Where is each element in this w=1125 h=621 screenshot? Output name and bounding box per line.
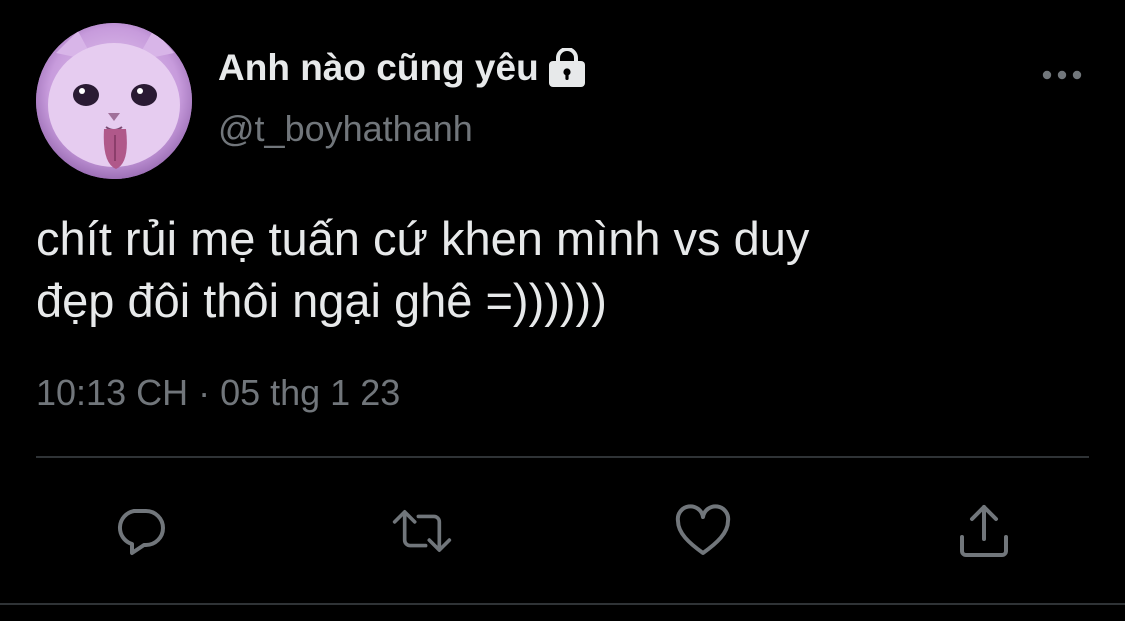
tweet-detail: Anh nào cũng yêu @t_boyhathanh chít rủi … xyxy=(0,0,1125,621)
more-horizontal-icon[interactable] xyxy=(1038,60,1086,90)
lock-icon xyxy=(547,47,587,88)
tweet-text-line: chít rủi mẹ tuấn cứ khen mình vs duy xyxy=(36,212,810,265)
tweet-time[interactable]: 10:13 CH xyxy=(36,372,188,413)
like-button[interactable] xyxy=(672,500,734,562)
user-handle[interactable]: @t_boyhathanh xyxy=(218,108,473,150)
tweet-date[interactable]: 05 thg 1 23 xyxy=(220,372,400,413)
retweet-button[interactable] xyxy=(391,500,453,562)
avatar[interactable] xyxy=(36,23,192,179)
share-button[interactable] xyxy=(953,500,1015,562)
cat-avatar-image xyxy=(36,23,192,179)
divider xyxy=(36,456,1089,458)
bottom-divider xyxy=(0,603,1125,605)
display-name-row[interactable]: Anh nào cũng yêu xyxy=(218,44,587,92)
tweet-text-line: đẹp đôi thôi ngại ghê =)))))) xyxy=(36,274,607,327)
tweet-text: chít rủi mẹ tuấn cứ khen mình vs duy đẹp… xyxy=(36,208,1086,332)
like-icon xyxy=(675,504,731,555)
reply-icon xyxy=(117,509,165,555)
share-icon xyxy=(960,505,1008,557)
tweet-timestamp[interactable]: 10:13 CH · 05 thg 1 23 xyxy=(36,372,400,414)
reply-button[interactable] xyxy=(109,500,171,562)
display-name[interactable]: Anh nào cũng yêu xyxy=(218,47,539,89)
retweet-icon xyxy=(392,510,452,552)
meta-separator: · xyxy=(198,372,211,413)
